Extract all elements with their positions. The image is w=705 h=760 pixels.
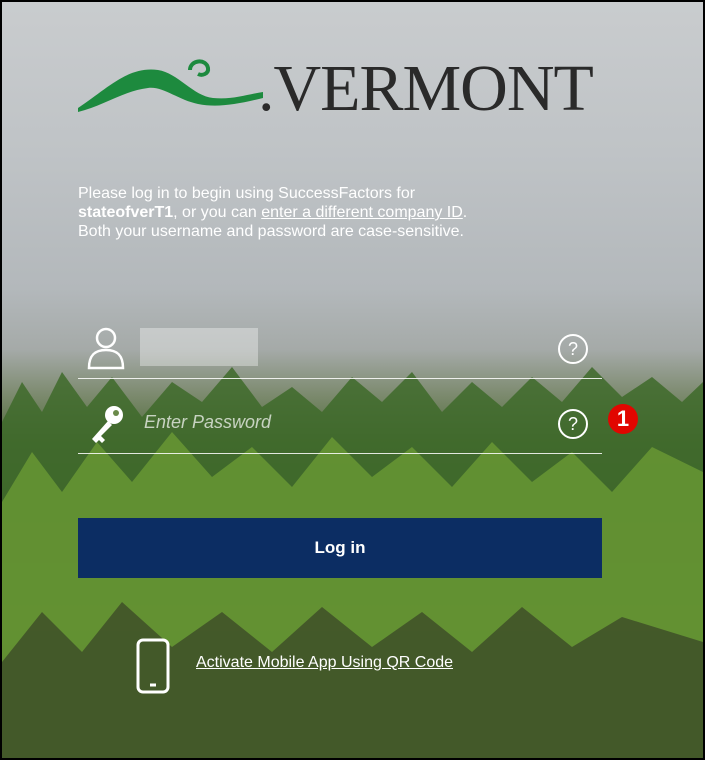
intro-text: Please log in to begin using SuccessFact… (78, 184, 598, 241)
intro-line-3: Both your username and password are case… (78, 223, 464, 240)
annotation-badge: 1 (608, 404, 638, 434)
mountain-logo-icon (78, 59, 263, 112)
login-screen: .VERMONT Please log in to begin using Su… (0, 0, 705, 760)
mobile-phone-icon (136, 638, 170, 694)
key-icon (92, 406, 123, 443)
user-icon (87, 327, 125, 370)
change-company-link[interactable]: enter a different company ID (261, 204, 463, 221)
password-help-icon[interactable]: ? (558, 409, 588, 439)
logo-text: .VERMONT (258, 52, 594, 125)
password-field: ? (78, 395, 602, 454)
intro-line-1: Please log in to begin using SuccessFact… (78, 185, 416, 202)
username-input[interactable] (140, 328, 258, 366)
intro-mid: , or you can (173, 204, 262, 221)
login-button[interactable]: Log in (78, 518, 602, 578)
username-help-icon[interactable]: ? (558, 334, 588, 364)
company-id: stateofverT1 (78, 204, 174, 221)
vermont-logo: .VERMONT (78, 48, 598, 128)
password-input[interactable] (140, 403, 338, 441)
intro-end: . (462, 204, 468, 221)
username-field: ? (78, 320, 602, 379)
activate-mobile-app-link[interactable]: Activate Mobile App Using QR Code (196, 654, 453, 672)
